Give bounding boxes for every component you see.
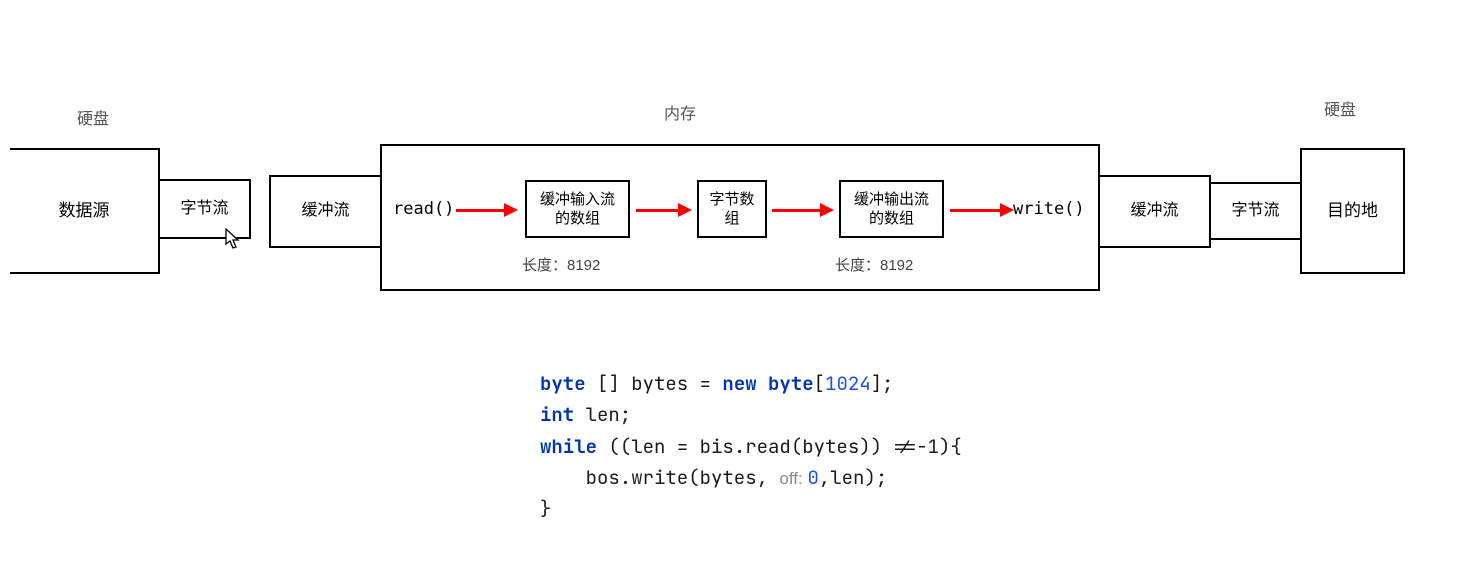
bufstream-right-text: 缓冲流 xyxy=(1130,201,1178,222)
kw-byte2: byte xyxy=(768,371,814,396)
bufstream-left-text: 缓冲流 xyxy=(301,201,349,222)
t8: ,len); xyxy=(819,465,887,490)
source-box: 数据源 xyxy=(10,148,160,274)
buf-out-array-box: 缓冲输出流的数组 xyxy=(839,180,944,238)
t4: ]; xyxy=(871,371,894,396)
buf-out-array-text: 缓冲输出流的数组 xyxy=(841,190,942,229)
kw-byte: byte xyxy=(540,371,586,396)
disk-left-label: 硬盘 xyxy=(77,105,109,129)
t6: ((len = bis.read(bytes)) !=-1){ xyxy=(597,434,962,459)
hint-off: off: xyxy=(779,469,807,488)
byte-array-text: 字节数组 xyxy=(699,190,765,229)
bytestream-right-text: 字节流 xyxy=(1231,201,1279,222)
memory-label: 内存 xyxy=(664,100,696,124)
len-left-label: 长度：8192 xyxy=(522,254,600,275)
num-1024: 1024 xyxy=(825,371,871,396)
len-right-label: 长度：8192 xyxy=(835,254,913,275)
bytestream-right-box: 字节流 xyxy=(1209,182,1302,240)
t7: bos.write(bytes, xyxy=(540,465,779,490)
bytestream-left-text: 字节流 xyxy=(180,199,228,220)
dest-text: 目的地 xyxy=(1327,200,1378,222)
kw-new: new xyxy=(722,371,756,396)
source-text: 数据源 xyxy=(59,200,110,222)
dest-box: 目的地 xyxy=(1300,148,1405,274)
diagram-canvas: 硬盘 内存 硬盘 数据源 字节流 缓冲流 read() 缓冲输入流的数组 长度：… xyxy=(0,0,1458,566)
t2 xyxy=(757,371,768,396)
read-label: read() xyxy=(393,199,454,219)
disk-right-label: 硬盘 xyxy=(1324,96,1356,120)
t9: } xyxy=(540,496,551,521)
code-block: byte [] bytes = new byte[1024]; int len;… xyxy=(540,368,962,525)
t3: [ xyxy=(814,371,825,396)
cursor-icon xyxy=(225,228,241,250)
bufstream-left-box: 缓冲流 xyxy=(269,175,382,248)
kw-int: int xyxy=(540,402,574,427)
buf-in-array-text: 缓冲输入流的数组 xyxy=(527,190,628,229)
num-0: 0 xyxy=(807,465,818,490)
byte-array-box: 字节数组 xyxy=(697,180,767,238)
bufstream-right-box: 缓冲流 xyxy=(1098,175,1211,248)
buf-in-array-box: 缓冲输入流的数组 xyxy=(525,180,630,238)
t5: len; xyxy=(574,402,631,427)
write-label: write() xyxy=(1013,199,1085,219)
t1: [] bytes = xyxy=(586,371,723,396)
kw-while: while xyxy=(540,434,597,459)
